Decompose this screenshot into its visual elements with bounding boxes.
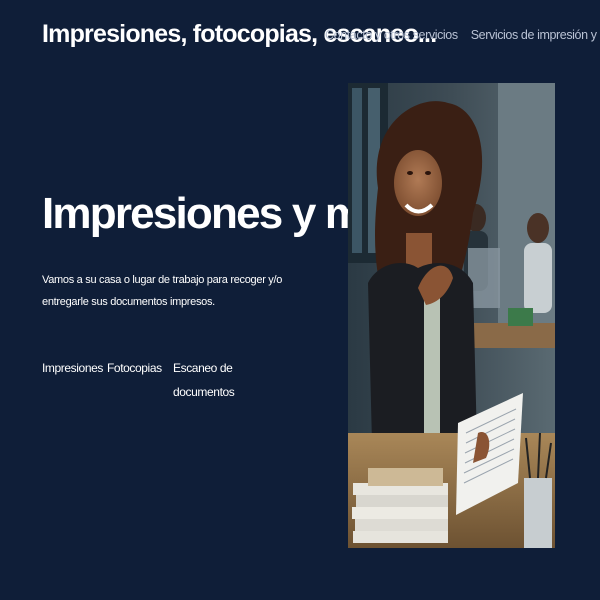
nav-services-link[interactable]: Servicios de impresión y más: [471, 28, 600, 42]
main-nav: Contacto y otros servicios Servicios de …: [325, 28, 600, 42]
hero-photo: [348, 83, 555, 548]
office-woman-photo-illustration: [348, 83, 555, 548]
service-link-impresiones[interactable]: Impresiones: [42, 356, 103, 380]
service-link-escaneo[interactable]: Escaneo de documentos: [173, 356, 235, 404]
nav-contact-link[interactable]: Contacto y otros servicios: [325, 28, 458, 42]
hero-description: Vamos a su casa o lugar de trabajo para …: [42, 274, 283, 308]
page: Impresiones, fotocopias, escaneo... Cont…: [0, 0, 600, 600]
service-link-fotocopias[interactable]: Fotocopias: [107, 356, 162, 380]
